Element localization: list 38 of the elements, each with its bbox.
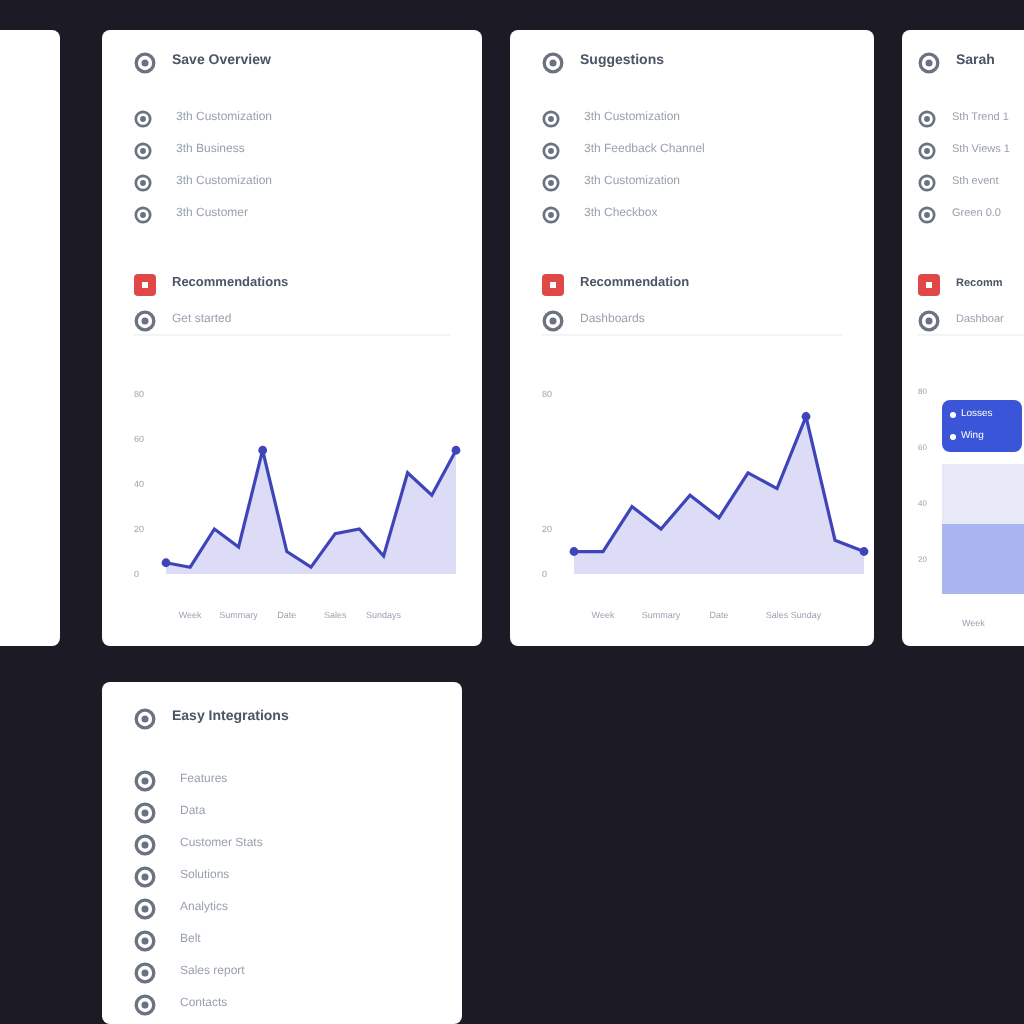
bar <box>942 524 1024 594</box>
circle-icon <box>542 109 560 127</box>
circle-icon <box>134 802 156 824</box>
circle-icon <box>134 834 156 856</box>
circle-icon <box>134 770 156 792</box>
bar <box>942 464 1024 524</box>
data-point <box>569 547 579 556</box>
circle-icon <box>542 310 564 332</box>
alert-icon <box>134 273 156 295</box>
circle-icon <box>918 173 936 191</box>
circle-icon <box>918 109 936 127</box>
circle-icon <box>918 141 936 159</box>
circle-icon <box>134 205 152 223</box>
circle-icon <box>134 310 156 332</box>
data-point <box>161 558 171 568</box>
circle-icon <box>134 866 156 888</box>
circle-icon <box>134 109 152 127</box>
circle-icon <box>918 205 936 223</box>
circle-icon <box>542 205 560 223</box>
circle-icon <box>542 51 564 73</box>
circle-icon <box>134 994 156 1016</box>
data-point <box>801 412 811 421</box>
circle-icon <box>134 173 152 191</box>
data-point <box>859 547 869 556</box>
alert-icon <box>542 273 564 295</box>
circle-icon <box>542 173 560 191</box>
data-point <box>451 445 461 455</box>
circle-icon <box>918 310 940 332</box>
circle-icon <box>134 930 156 952</box>
data-point <box>258 445 268 455</box>
circle-icon <box>542 141 560 159</box>
alert-icon <box>918 273 940 295</box>
circle-icon <box>134 898 156 920</box>
circle-icon <box>134 708 156 730</box>
circle-icon <box>134 962 156 984</box>
circle-icon <box>134 51 156 73</box>
circle-icon <box>134 141 152 159</box>
circle-icon <box>918 51 940 73</box>
